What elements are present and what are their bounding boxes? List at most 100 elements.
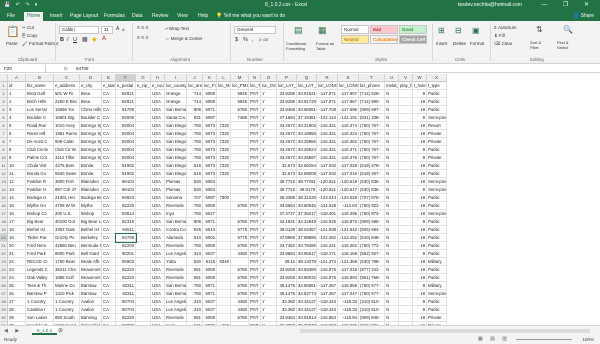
table-cell[interactable]: -117.032 (317, 170, 338, 178)
table-cell[interactable]: 35.1476 (277, 282, 297, 290)
table-cell[interactable]: USA (151, 170, 165, 178)
table-cell[interactable] (217, 242, 231, 250)
table-cell[interactable] (399, 186, 413, 194)
table-cell[interactable]: Inyo (165, 210, 187, 218)
column-header-h[interactable]: H (151, 74, 165, 82)
table-cell[interactable]: 18 (413, 122, 427, 130)
table-cell[interactable]: 6073 (203, 122, 217, 130)
paste-icon[interactable]: 📋 (6, 25, 20, 38)
table-cell[interactable] (136, 242, 151, 250)
table-cell[interactable]: 760 (187, 242, 203, 250)
table-cell[interactable]: 21301 Her (54, 194, 80, 202)
table-cell[interactable] (399, 178, 413, 186)
table-cell[interactable]: 5945 (231, 98, 249, 106)
table-cell[interactable]: (714) 990- (359, 98, 385, 106)
table-cell[interactable]: 6065 (203, 266, 217, 274)
table-cell[interactable]: (909) 845- (359, 314, 385, 322)
insert-cells-button[interactable]: Insert (436, 41, 447, 46)
table-cell[interactable] (399, 194, 413, 202)
table-cell[interactable]: San Diego (165, 138, 187, 146)
table-cell[interactable]: 6780 (231, 290, 249, 298)
table-cell[interactable]: -114.628 (317, 202, 338, 210)
table-cell[interactable]: Los Angele (165, 298, 187, 306)
table-cell[interactable]: (510) 848- (359, 234, 385, 242)
table-cell[interactable]: -117.267 (317, 290, 338, 298)
table-cell[interactable]: Y (261, 146, 277, 154)
table-cell[interactable]: 96103 (116, 178, 136, 186)
column-header-j[interactable]: J (187, 74, 203, 82)
table-cell[interactable]: Semi-priv (427, 290, 447, 298)
table-cell[interactable]: 1 Country (26, 298, 54, 306)
table-cell[interactable]: 7500 (217, 194, 231, 202)
table-cell[interactable]: 6780 (231, 202, 249, 210)
select-all-corner[interactable] (0, 74, 8, 82)
table-cell[interactable]: 26 (8, 290, 26, 298)
table-cell[interactable] (136, 186, 151, 194)
table-cell[interactable] (231, 258, 249, 266)
table-cell[interactable]: 6780 (231, 218, 249, 226)
table-cell[interactable]: N (385, 258, 399, 266)
table-cell[interactable]: Alameda (165, 234, 187, 242)
table-cell[interactable]: 3303 Gate (54, 226, 80, 234)
column-header-i[interactable]: I (165, 74, 187, 82)
column-header-l[interactable]: L (217, 74, 231, 82)
table-cell[interactable]: -116.362 (338, 138, 359, 146)
table-cell[interactable]: 18 (413, 170, 427, 178)
table-cell[interactable]: Borrego Sp (80, 146, 102, 154)
header-cell[interactable]: loc_DST (261, 82, 277, 90)
table-cell[interactable]: PST (249, 122, 261, 130)
tab-formulas[interactable]: Formulas (101, 12, 128, 21)
table-cell[interactable]: (760) 577- (359, 282, 385, 290)
table-cell[interactable]: 18 (413, 258, 427, 266)
table-cell[interactable]: N (385, 186, 399, 194)
table-cell[interactable] (136, 226, 151, 234)
table-cell[interactable] (217, 98, 231, 106)
table-cell[interactable]: N (385, 250, 399, 258)
table-cell[interactable]: 6071 (203, 218, 217, 226)
table-cell[interactable]: -122.124 (317, 114, 338, 122)
table-cell[interactable]: Club Cir W (54, 146, 80, 154)
table-cell[interactable]: Y (261, 274, 277, 282)
table-cell[interactable] (136, 250, 151, 258)
table-cell[interactable]: 6073 (203, 154, 217, 162)
table-cell[interactable]: RECCE CI (26, 258, 54, 266)
table-cell[interactable]: 32.673 (277, 170, 297, 178)
table-cell[interactable]: USA (151, 122, 165, 130)
table-cell[interactable] (399, 258, 413, 266)
row-header[interactable]: 11 (0, 162, 8, 170)
table-cell[interactable]: 33.382 (277, 306, 297, 314)
row-header[interactable]: 16 (0, 202, 8, 210)
horizontal-scrollbar[interactable] (300, 329, 590, 333)
table-cell[interactable]: 92311 (116, 290, 136, 298)
table-cell[interactable]: 6780 (231, 266, 249, 274)
table-cell[interactable]: Y (261, 130, 277, 138)
table-cell[interactable]: (760) 767- (359, 130, 385, 138)
table-cell[interactable]: CA (102, 186, 116, 194)
table-cell[interactable]: USA (151, 90, 165, 98)
table-cell[interactable]: N (385, 234, 399, 242)
table-cell[interactable]: -117.047 (338, 290, 359, 298)
table-cell[interactable]: USA (151, 202, 165, 210)
column-header-r[interactable]: R (317, 74, 338, 82)
table-cell[interactable]: (707) 875- (359, 194, 385, 202)
row-header[interactable]: 4 (0, 106, 8, 114)
table-cell[interactable]: Orange (165, 98, 187, 106)
table-cell[interactable]: 33.78495 (297, 242, 317, 250)
table-cell[interactable]: 33.382 (277, 298, 297, 306)
format-cells-button[interactable]: Format (470, 41, 484, 46)
table-cell[interactable]: 37.4727 (277, 210, 297, 218)
table-cell[interactable]: 92004 (116, 130, 136, 138)
table-cell[interactable] (136, 146, 151, 154)
table-cell[interactable]: (760) 873- (359, 210, 385, 218)
table-cell[interactable]: Los Serrar (26, 106, 54, 114)
table-cell[interactable]: 38.3385 (277, 194, 297, 202)
table-cell[interactable] (136, 162, 151, 170)
table-cell[interactable]: San Diego (165, 162, 187, 170)
table-cell[interactable]: Blairsden (80, 178, 102, 186)
table-cell[interactable]: 6063 (203, 178, 217, 186)
table-cell[interactable]: 707 (187, 194, 203, 202)
table-cell[interactable]: 501 W Fir (54, 90, 80, 98)
table-cell[interactable]: 9 (413, 218, 427, 226)
table-cell[interactable]: Y (261, 194, 277, 202)
table-cell[interactable]: 9 (413, 146, 427, 154)
